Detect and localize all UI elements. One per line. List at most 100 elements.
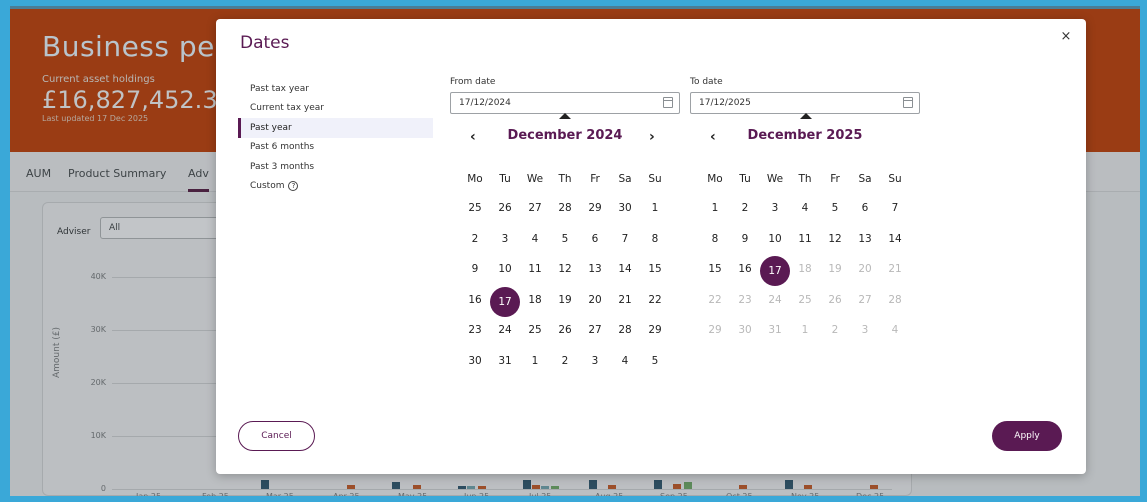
day-cell[interactable]: 20 <box>850 256 880 282</box>
day-cell[interactable]: 10 <box>490 256 520 282</box>
tab-product-summary[interactable]: Product Summary <box>68 167 166 180</box>
day-cell[interactable]: 13 <box>580 256 610 282</box>
preset-past-6-months[interactable]: Past 6 months <box>238 138 433 158</box>
day-cell[interactable]: 14 <box>610 256 640 282</box>
day-cell[interactable]: 1 <box>790 317 820 343</box>
day-cell[interactable]: 8 <box>700 226 730 252</box>
day-cell[interactable]: 22 <box>640 287 670 313</box>
day-cell[interactable]: 26 <box>820 287 850 313</box>
day-cell[interactable]: 30 <box>460 348 490 374</box>
day-cell[interactable]: 25 <box>460 195 490 221</box>
preset-past-3-months[interactable]: Past 3 months <box>238 157 433 177</box>
day-cell[interactable]: 2 <box>550 348 580 374</box>
from-date-input[interactable]: 17/12/2024 <box>450 92 680 114</box>
day-cell[interactable]: 5 <box>550 226 580 252</box>
day-cell[interactable]: 9 <box>460 256 490 282</box>
cancel-button[interactable]: Cancel <box>238 421 315 451</box>
day-cell[interactable]: 28 <box>880 287 910 313</box>
preset-past-year[interactable]: Past year <box>238 118 433 138</box>
day-cell[interactable]: 15 <box>640 256 670 282</box>
day-cell[interactable]: 31 <box>490 348 520 374</box>
day-cell[interactable]: 3 <box>490 226 520 252</box>
day-cell[interactable]: 3 <box>850 317 880 343</box>
day-cell[interactable]: 7 <box>610 226 640 252</box>
day-cell[interactable]: 4 <box>790 195 820 221</box>
day-cell[interactable]: 5 <box>640 348 670 374</box>
day-cell[interactable]: 23 <box>730 287 760 313</box>
day-cell[interactable]: 23 <box>460 317 490 343</box>
day-cell[interactable]: 14 <box>880 226 910 252</box>
day-cell[interactable]: 18 <box>520 287 550 313</box>
day-cell[interactable]: 28 <box>550 195 580 221</box>
day-cell[interactable]: 5 <box>820 195 850 221</box>
day-cell[interactable]: 7 <box>880 195 910 221</box>
day-cell[interactable]: 16 <box>730 256 760 282</box>
day-cell[interactable]: 4 <box>610 348 640 374</box>
day-cell[interactable]: 27 <box>580 317 610 343</box>
day-cell[interactable]: 18 <box>790 256 820 282</box>
day-cell[interactable]: 1 <box>640 195 670 221</box>
day-cell[interactable]: 24 <box>490 317 520 343</box>
day-cell[interactable]: 29 <box>700 317 730 343</box>
day-cell[interactable]: 15 <box>700 256 730 282</box>
help-icon[interactable]: ? <box>288 181 299 192</box>
day-cell[interactable]: 2 <box>820 317 850 343</box>
day-cell[interactable]: 6 <box>850 195 880 221</box>
day-cell[interactable]: 17 <box>760 256 790 287</box>
day-cell[interactable]: 30 <box>610 195 640 221</box>
day-cell[interactable]: 29 <box>640 317 670 343</box>
tab-adviser[interactable]: Adv <box>188 167 209 192</box>
day-cell[interactable]: 4 <box>520 226 550 252</box>
next-month-icon[interactable]: › <box>649 129 655 145</box>
day-cell[interactable]: 8 <box>640 226 670 252</box>
day-cell[interactable]: 21 <box>610 287 640 313</box>
day-cell[interactable]: 26 <box>550 317 580 343</box>
preset-past-tax-year[interactable]: Past tax year <box>238 79 433 99</box>
day-cell[interactable]: 9 <box>730 226 760 252</box>
close-icon[interactable]: × <box>1058 29 1074 45</box>
day-cell[interactable]: 27 <box>850 287 880 313</box>
day-cell[interactable]: 22 <box>700 287 730 313</box>
day-cell[interactable]: 3 <box>580 348 610 374</box>
day-cell[interactable]: 4 <box>880 317 910 343</box>
last-updated: Last updated 17 Dec 2025 <box>42 114 149 123</box>
tab-aum[interactable]: AUM <box>26 167 51 180</box>
day-cell[interactable]: 6 <box>580 226 610 252</box>
day-cell[interactable]: 19 <box>820 256 850 282</box>
day-cell[interactable]: 24 <box>760 287 790 313</box>
day-cell[interactable]: 2 <box>730 195 760 221</box>
page-title: Business perf <box>42 30 238 63</box>
to-date-input[interactable]: 17/12/2025 <box>690 92 920 114</box>
day-cell[interactable]: 16 <box>460 287 490 313</box>
calendar-icon[interactable] <box>903 97 913 108</box>
day-cell[interactable]: 17 <box>490 286 520 317</box>
day-cell[interactable]: 13 <box>850 226 880 252</box>
calendar-icon[interactable] <box>663 97 673 108</box>
calendar-from: ‹ December 2024 › Mo Tu We Th Fr Sa Su 25 26 27 2… <box>460 125 670 376</box>
day-cell[interactable]: 20 <box>580 287 610 313</box>
day-number: 6 <box>591 232 599 245</box>
day-cell[interactable]: 30 <box>730 317 760 343</box>
day-cell[interactable]: 29 <box>580 195 610 221</box>
day-cell[interactable]: 11 <box>790 226 820 252</box>
day-cell[interactable]: 11 <box>520 256 550 282</box>
day-cell[interactable]: 19 <box>550 287 580 313</box>
day-cell[interactable]: 3 <box>760 195 790 221</box>
apply-button[interactable]: Apply <box>992 421 1062 451</box>
day-cell[interactable]: 10 <box>760 226 790 252</box>
day-number: 3 <box>501 232 509 245</box>
day-cell[interactable]: 28 <box>610 317 640 343</box>
day-cell[interactable]: 21 <box>880 256 910 282</box>
day-cell[interactable]: 31 <box>760 317 790 343</box>
day-cell[interactable]: 12 <box>550 256 580 282</box>
day-cell[interactable]: 1 <box>520 348 550 374</box>
day-cell[interactable]: 1 <box>700 195 730 221</box>
day-cell[interactable]: 27 <box>520 195 550 221</box>
day-cell[interactable]: 26 <box>490 195 520 221</box>
day-cell[interactable]: 25 <box>790 287 820 313</box>
day-cell[interactable]: 12 <box>820 226 850 252</box>
preset-current-tax-year[interactable]: Current tax year <box>238 99 433 119</box>
preset-custom[interactable]: Custom? <box>238 177 433 197</box>
day-cell[interactable]: 2 <box>460 226 490 252</box>
day-cell[interactable]: 25 <box>520 317 550 343</box>
